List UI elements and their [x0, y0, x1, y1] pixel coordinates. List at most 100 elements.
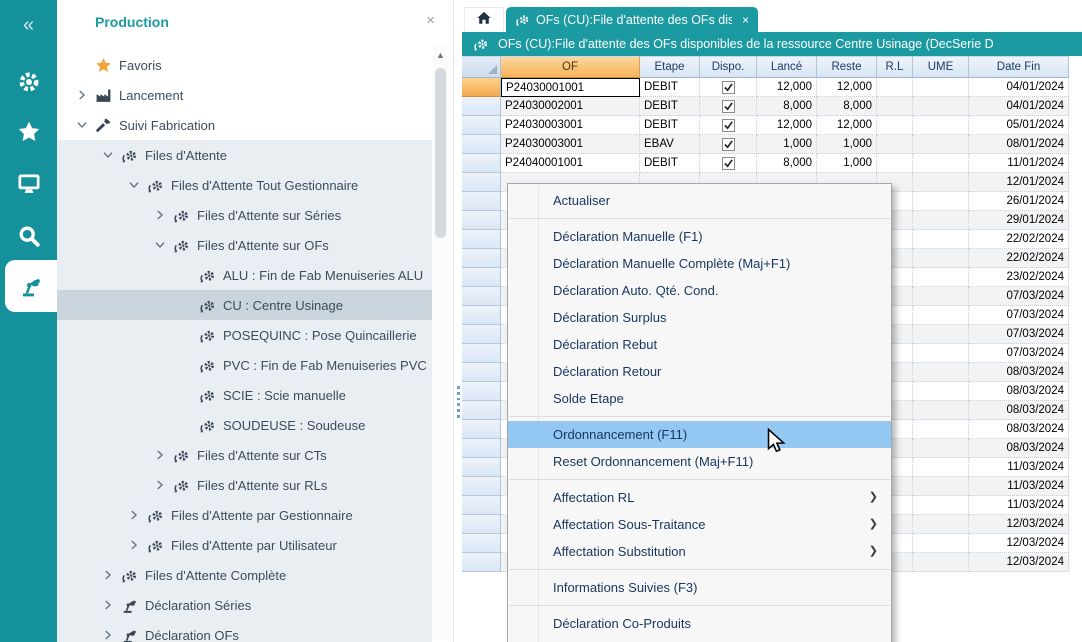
cell-ume[interactable]	[913, 382, 969, 401]
dispo-checkbox-checked[interactable]	[722, 81, 735, 94]
cell-etape[interactable]: DEBIT	[640, 116, 700, 135]
cell-of[interactable]: P24040001001	[501, 154, 640, 173]
cell-datefin[interactable]: 29/01/2024	[969, 211, 1069, 230]
tree-item[interactable]: Files d'Attente par Gestionnaire	[57, 500, 432, 530]
expander-closed-icon[interactable]	[149, 207, 171, 223]
cell-datefin[interactable]: 11/01/2024	[969, 154, 1069, 173]
cell-reste[interactable]: 12,000	[817, 116, 877, 135]
cell-datefin[interactable]: 22/02/2024	[969, 230, 1069, 249]
cell-datefin[interactable]: 08/01/2024	[969, 135, 1069, 154]
menu-item-d-claration-manuelle-f1[interactable]: Déclaration Manuelle (F1)	[508, 223, 891, 250]
cell-rl[interactable]	[877, 116, 913, 135]
cell-datefin[interactable]: 11/03/2024	[969, 496, 1069, 515]
cell-ume[interactable]	[913, 344, 969, 363]
row-header-cell[interactable]	[462, 78, 501, 97]
tree-item[interactable]: Files d'Attente	[57, 140, 432, 170]
tree-item[interactable]: Files d'Attente Complète	[57, 560, 432, 590]
cell-rl[interactable]	[877, 78, 913, 97]
tree-item[interactable]: Files d'Attente Tout Gestionnaire	[57, 170, 432, 200]
cell-datefin[interactable]: 08/03/2024	[969, 382, 1069, 401]
cell-of[interactable]: P24030003001	[501, 135, 640, 154]
sidebar-wheel-button[interactable]	[0, 58, 57, 106]
cell-datefin[interactable]: 12/01/2024	[969, 173, 1069, 192]
cell-ume[interactable]	[913, 420, 969, 439]
tree-item[interactable]: Déclaration OFs	[57, 620, 432, 642]
cell-ume[interactable]	[913, 116, 969, 135]
tree-item[interactable]: Files d'Attente sur Séries	[57, 200, 432, 230]
menu-item-reset-ordonnancement-maj-f11[interactable]: Reset Ordonnancement (Maj+F11)	[508, 448, 891, 475]
cell-ume[interactable]	[913, 192, 969, 211]
cell-datefin[interactable]: 07/03/2024	[969, 306, 1069, 325]
cell-datefin[interactable]: 08/03/2024	[969, 401, 1069, 420]
cell-etape[interactable]: DEBIT	[640, 97, 700, 116]
menu-item-actualiser[interactable]: Actualiser	[508, 187, 891, 214]
menu-item-ordonnancement-f11[interactable]: Ordonnancement (F11)	[508, 421, 891, 448]
cell-reste[interactable]: 1,000	[817, 135, 877, 154]
sidebar-search-button[interactable]	[0, 212, 57, 260]
tree-item[interactable]: Lancement	[57, 80, 432, 110]
tab-home[interactable]	[464, 7, 504, 32]
cell-of[interactable]: P24030002001	[501, 97, 640, 116]
menu-item-informations-suivies-f3[interactable]: Informations Suivies (F3)	[508, 574, 891, 601]
row-header-cell[interactable]	[462, 211, 501, 230]
menu-item-d-claration-retour[interactable]: Déclaration Retour	[508, 358, 891, 385]
column-header-dispo[interactable]: Dispo.	[700, 56, 757, 78]
cell-ume[interactable]	[913, 477, 969, 496]
row-header-cell[interactable]	[462, 458, 501, 477]
cell-rl[interactable]	[877, 97, 913, 116]
cell-datefin[interactable]: 12/03/2024	[969, 553, 1069, 572]
menu-item-d-claration-surplus[interactable]: Déclaration Surplus	[508, 304, 891, 331]
scroll-up-icon[interactable]: ▲	[433, 50, 448, 60]
cell-lanc[interactable]: 12,000	[757, 116, 817, 135]
row-header-cell[interactable]	[462, 287, 501, 306]
row-header-cell[interactable]	[462, 173, 501, 192]
column-header-rl[interactable]: R.L	[877, 56, 913, 78]
sidebar-star-button[interactable]	[0, 108, 57, 156]
tree-item[interactable]: Déclaration Séries	[57, 590, 432, 620]
tree-panel-close-icon[interactable]: ×	[426, 12, 435, 29]
cell-datefin[interactable]: 04/01/2024	[969, 78, 1069, 97]
cell-ume[interactable]	[913, 97, 969, 116]
column-header-of[interactable]: OF	[501, 56, 640, 78]
expander-closed-icon[interactable]	[71, 87, 93, 103]
cell-ume[interactable]	[913, 211, 969, 230]
cell-datefin[interactable]: 11/03/2024	[969, 458, 1069, 477]
cell-ume[interactable]	[913, 553, 969, 572]
expander-open-icon[interactable]	[123, 177, 145, 193]
expander-closed-icon[interactable]	[97, 567, 119, 583]
menu-item-d-claration-co-produits[interactable]: Déclaration Co-Produits	[508, 610, 891, 637]
cell-lanc[interactable]: 8,000	[757, 154, 817, 173]
expander-closed-icon[interactable]	[149, 447, 171, 463]
menu-item-affectation-substitution[interactable]: Affectation Substitution❯	[508, 538, 891, 565]
expander-open-icon[interactable]	[71, 117, 93, 133]
row-header-cell[interactable]	[462, 420, 501, 439]
cell-rl[interactable]	[877, 154, 913, 173]
cell-ume[interactable]	[913, 439, 969, 458]
cell-ume[interactable]	[913, 173, 969, 192]
tree-item[interactable]: Favoris	[57, 50, 432, 80]
tree-item[interactable]: Files d'Attente par Utilisateur	[57, 530, 432, 560]
expander-closed-icon[interactable]	[97, 627, 119, 642]
collapse-sidebar-button[interactable]: «	[0, 8, 57, 42]
cell-lanc[interactable]: 8,000	[757, 97, 817, 116]
cell-datefin[interactable]: 07/03/2024	[969, 287, 1069, 306]
cell-etape[interactable]: EBAV	[640, 135, 700, 154]
dispo-checkbox-checked[interactable]	[722, 119, 735, 132]
cell-of[interactable]: P24030003001	[501, 116, 640, 135]
cell-reste[interactable]: 8,000	[817, 97, 877, 116]
row-header-cell[interactable]	[462, 534, 501, 553]
row-header-cell[interactable]	[462, 344, 501, 363]
cell-datefin[interactable]: 07/03/2024	[969, 344, 1069, 363]
cell-dispo[interactable]	[700, 135, 757, 154]
dispo-checkbox-checked[interactable]	[722, 100, 735, 113]
row-header-cell[interactable]	[462, 116, 501, 135]
cell-datefin[interactable]: 05/01/2024	[969, 116, 1069, 135]
cell-datefin[interactable]: 08/03/2024	[969, 420, 1069, 439]
tree-scrollbar[interactable]: ▲	[433, 46, 448, 640]
row-header-cell[interactable]	[462, 439, 501, 458]
tree-item[interactable]: CU : Centre Usinage	[57, 290, 432, 320]
row-header-cell[interactable]	[462, 230, 501, 249]
cell-datefin[interactable]: 08/03/2024	[969, 439, 1069, 458]
cell-ume[interactable]	[913, 458, 969, 477]
cell-dispo[interactable]	[700, 97, 757, 116]
